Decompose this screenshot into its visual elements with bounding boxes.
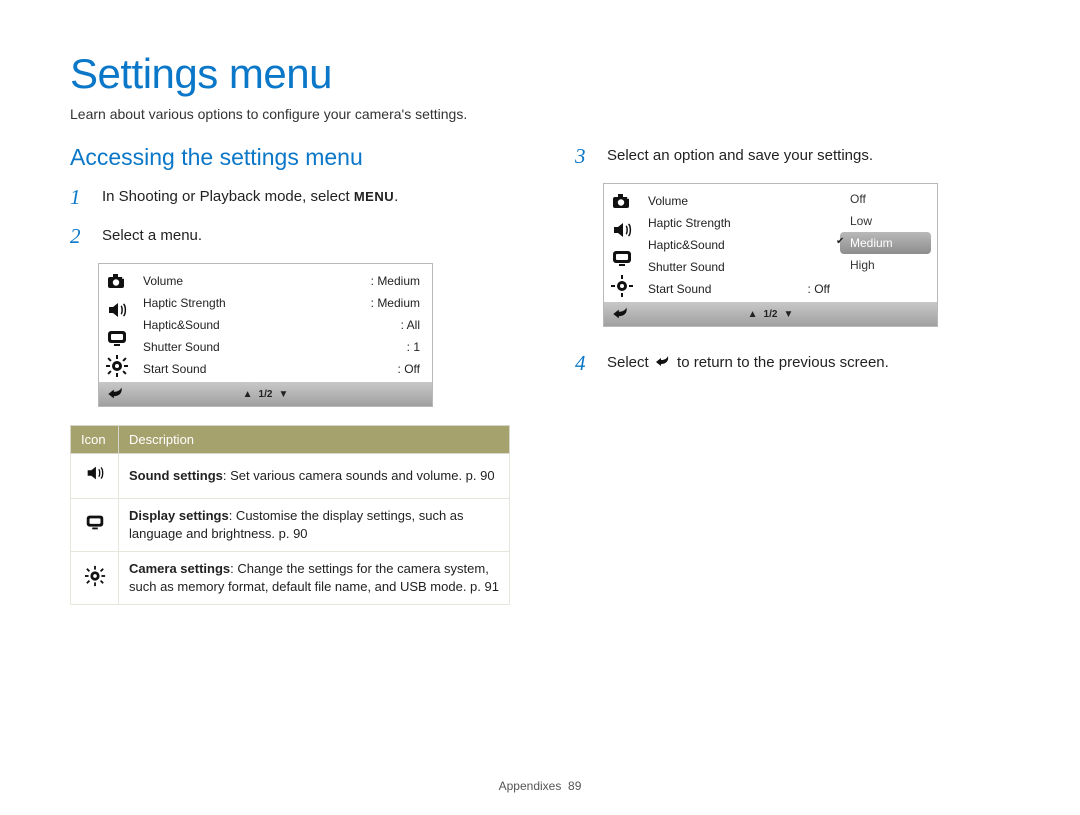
- cs1-sidebar: [99, 264, 135, 382]
- desc-bold: Display settings: [129, 508, 229, 523]
- option-low[interactable]: Low: [840, 210, 931, 232]
- pager-text: 1/2: [259, 389, 273, 400]
- page-title: Settings menu: [70, 50, 1010, 98]
- step-text: Select to return to the previous screen.: [607, 351, 1010, 376]
- option-medium[interactable]: Medium: [840, 232, 931, 254]
- row-label: Haptic&Sound: [648, 238, 725, 252]
- camera-mode-icon: [610, 190, 634, 214]
- pager: ▲ 1/2 ▼: [632, 309, 909, 320]
- row-label: Haptic Strength: [648, 216, 731, 230]
- table-desc: Camera settings: Change the settings for…: [119, 551, 510, 604]
- intro-text: Learn about various options to configure…: [70, 106, 1010, 122]
- back-arrow-icon: [653, 352, 673, 370]
- section-subtitle: Accessing the settings menu: [70, 144, 505, 171]
- row-label: Volume: [648, 194, 688, 208]
- display-settings-icon: [71, 498, 119, 551]
- cs1-row: Volume Medium: [139, 270, 424, 292]
- gear-icon: [610, 274, 634, 298]
- right-column: 3 Select an option and save your setting…: [575, 144, 1010, 605]
- step1-pre: In Shooting or Playback mode, select: [102, 188, 354, 205]
- gear-icon: [105, 354, 129, 378]
- footer-page: 89: [568, 779, 581, 793]
- pager-text: 1/2: [764, 309, 778, 320]
- step-number: 2: [70, 224, 88, 249]
- row-label: Shutter Sound: [143, 340, 220, 354]
- cs2-row: Haptic Strength: [644, 212, 834, 234]
- back-icon[interactable]: [105, 383, 127, 406]
- row-label: Volume: [143, 274, 183, 288]
- step-number: 3: [575, 144, 593, 169]
- cs2-options: Off Low Medium High: [838, 184, 933, 302]
- step-text: Select a menu.: [102, 224, 505, 249]
- step4-post: to return to the previous screen.: [677, 354, 889, 371]
- row-value: Medium: [371, 296, 420, 310]
- left-column: Accessing the settings menu 1 In Shootin…: [70, 144, 505, 605]
- row-label: Start Sound: [143, 362, 206, 376]
- row-value: Medium: [371, 274, 420, 288]
- sound-settings-icon: [71, 454, 119, 498]
- cs1-row: Haptic Strength Medium: [139, 292, 424, 314]
- table-desc: Display settings: Customise the display …: [119, 498, 510, 551]
- cs2-labels: Volume Haptic Strength Haptic&Sound Shut…: [640, 184, 838, 302]
- row-value: All: [401, 318, 420, 332]
- chevron-down-icon[interactable]: ▼: [278, 389, 288, 400]
- cs1-row: Haptic&Sound All: [139, 314, 424, 336]
- table-row: Camera settings: Change the settings for…: [71, 551, 510, 604]
- row-label: Haptic Strength: [143, 296, 226, 310]
- speaker-icon: [105, 298, 129, 322]
- page-footer: Appendixes 89: [0, 779, 1080, 793]
- step1-post: .: [394, 188, 398, 205]
- step-text: Select an option and save your settings.: [607, 144, 1010, 169]
- row-label: Haptic&Sound: [143, 318, 220, 332]
- camera-screen-2: Volume Haptic Strength Haptic&Sound Shut…: [603, 183, 938, 327]
- cs2-footer: ▲ 1/2 ▼: [604, 302, 937, 326]
- table-row: Display settings: Customise the display …: [71, 498, 510, 551]
- step4-pre: Select: [607, 354, 653, 371]
- step-number: 4: [575, 351, 593, 376]
- step-4: 4 Select to return to the previous scree…: [575, 351, 1010, 376]
- table-desc: Sound settings: Set various camera sound…: [119, 454, 510, 498]
- camera-mode-icon: [105, 270, 129, 294]
- chevron-down-icon[interactable]: ▼: [783, 309, 793, 320]
- cs2-sidebar: [604, 184, 640, 302]
- step-3: 3 Select an option and save your setting…: [575, 144, 1010, 169]
- camera-screen-1: Volume Medium Haptic Strength Medium Hapti…: [98, 263, 433, 407]
- cs2-row: Haptic&Sound: [644, 234, 834, 256]
- cs1-row: Shutter Sound 1: [139, 336, 424, 358]
- desc-rest: : Set various camera sounds and volume. …: [223, 468, 495, 483]
- th-icon: Icon: [71, 426, 119, 454]
- back-icon[interactable]: [610, 303, 632, 326]
- row-label: Shutter Sound: [648, 260, 725, 274]
- row-value: Off: [808, 282, 830, 296]
- cs2-row: Volume: [644, 190, 834, 212]
- desc-bold: Sound settings: [129, 468, 223, 483]
- cs1-footer: ▲ 1/2 ▼: [99, 382, 432, 406]
- table-row: Sound settings: Set various camera sound…: [71, 454, 510, 498]
- display-icon: [105, 326, 129, 350]
- th-desc: Description: [119, 426, 510, 454]
- step-text: In Shooting or Playback mode, select MEN…: [102, 185, 505, 210]
- display-icon: [610, 246, 634, 270]
- step-number: 1: [70, 185, 88, 210]
- option-off[interactable]: Off: [840, 188, 931, 210]
- cs1-rows: Volume Medium Haptic Strength Medium Hapti…: [135, 264, 432, 382]
- cs2-row: Start Sound Off: [644, 278, 834, 300]
- camera-settings-icon: [71, 551, 119, 604]
- speaker-icon: [610, 218, 634, 242]
- cs2-row: Shutter Sound: [644, 256, 834, 278]
- chevron-up-icon[interactable]: ▲: [243, 389, 253, 400]
- pager: ▲ 1/2 ▼: [127, 389, 404, 400]
- step-1: 1 In Shooting or Playback mode, select M…: [70, 185, 505, 210]
- footer-section: Appendixes: [499, 779, 562, 793]
- row-value: 1: [407, 340, 420, 354]
- desc-bold: Camera settings: [129, 561, 230, 576]
- row-label: Start Sound: [648, 282, 711, 296]
- menu-icon-word: MENU: [354, 189, 394, 204]
- step-2: 2 Select a menu.: [70, 224, 505, 249]
- option-high[interactable]: High: [840, 254, 931, 276]
- row-value: Off: [398, 362, 420, 376]
- icon-description-table: Icon Description Sound settings: Set var…: [70, 425, 510, 605]
- cs1-row: Start Sound Off: [139, 358, 424, 380]
- chevron-up-icon[interactable]: ▲: [748, 309, 758, 320]
